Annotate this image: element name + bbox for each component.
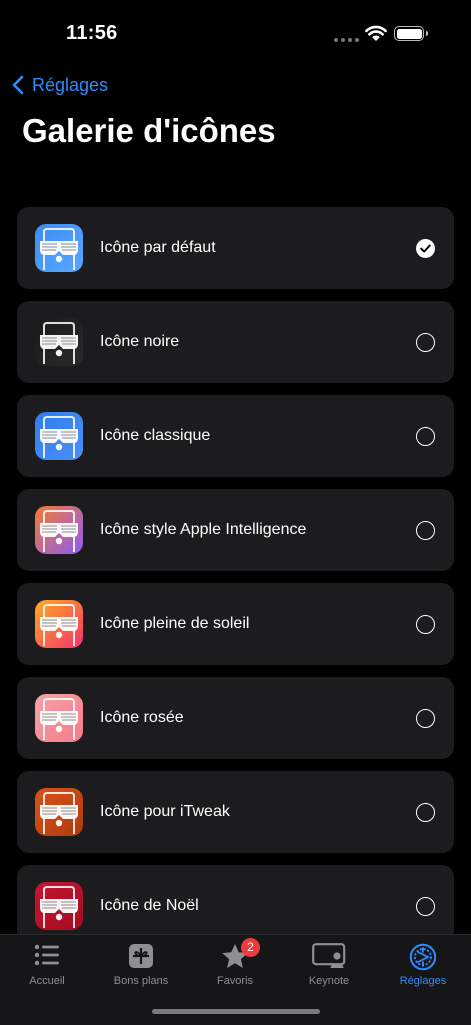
tab-reglages[interactable]: Réglages [376, 935, 470, 995]
chevron-left-icon [12, 75, 24, 95]
radio-button[interactable] [416, 708, 435, 728]
keynote-icon [312, 943, 346, 968]
battery-icon [394, 26, 428, 41]
tab-label: Bons plans [113, 975, 169, 987]
back-button[interactable]: Réglages [12, 70, 108, 100]
radio-button[interactable] [416, 614, 435, 634]
gift-icon [129, 944, 153, 968]
favorites-badge: 2 [241, 938, 260, 957]
page-title: Galerie d'icônes [22, 112, 276, 149]
shutter-glasses-icon [40, 228, 78, 270]
radio-button[interactable] [416, 426, 435, 446]
radio-button[interactable] [416, 802, 435, 822]
home-indicator [152, 1009, 320, 1014]
icon-list: Icône par défaut Icône noire Icône classiq… [17, 207, 454, 959]
radio-button[interactable] [416, 332, 435, 352]
app-icon-preview [35, 224, 83, 272]
icon-option-row[interactable]: Icône rosée [17, 677, 454, 759]
tab-label: Favoris [216, 975, 254, 987]
app-icon-preview [35, 412, 83, 460]
tab-keynote[interactable]: Keynote [282, 935, 376, 995]
icon-option-label: Icône classique [100, 427, 211, 444]
tab-label: Réglages [399, 975, 447, 987]
shutter-glasses-icon [40, 886, 78, 928]
tab-favoris[interactable]: 2 Favoris [188, 935, 282, 995]
shutter-glasses-icon [40, 510, 78, 552]
app-icon-preview [35, 882, 83, 930]
back-label: Réglages [32, 74, 109, 95]
radio-button[interactable] [416, 896, 435, 916]
app-icon-preview [35, 694, 83, 742]
status-time: 11:56 [66, 22, 118, 44]
icon-option-label: Icône par défaut [100, 239, 216, 256]
shutter-glasses-icon [40, 698, 78, 740]
tab-label: Keynote [308, 975, 350, 987]
checkmark-icon [420, 243, 431, 253]
list-icon [34, 944, 59, 966]
radio-button[interactable] [416, 520, 435, 540]
shutter-glasses-icon [40, 322, 78, 364]
icon-option-label: Icône style Apple Intelligence [100, 521, 307, 538]
icon-option-label: Icône rosée [100, 709, 184, 726]
icon-option-label: Icône pleine de soleil [100, 615, 250, 632]
tab-label: Accueil [29, 975, 65, 987]
icon-option-label: Icône de Noël [100, 897, 199, 914]
tab-accueil[interactable]: Accueil [0, 935, 94, 995]
icon-option-row[interactable]: Icône classique [17, 395, 454, 477]
icon-option-row[interactable]: Icône pour iTweak [17, 771, 454, 853]
gear-icon [409, 943, 437, 971]
app-icon-preview [35, 318, 83, 366]
tab-bons-plans[interactable]: Bons plans [94, 935, 188, 995]
shutter-glasses-icon [40, 416, 78, 458]
icon-option-label: Icône noire [100, 333, 180, 350]
app-icon-preview [35, 506, 83, 554]
icon-option-row[interactable]: Icône noire [17, 301, 454, 383]
shutter-glasses-icon [40, 604, 78, 646]
selected-checkmark-icon[interactable] [416, 238, 435, 258]
icon-option-label: Icône pour iTweak [100, 803, 230, 820]
cellular-signal-icon [334, 38, 359, 42]
icon-option-row[interactable]: Icône pleine de soleil [17, 583, 454, 665]
wifi-icon [365, 25, 387, 41]
app-icon-preview [35, 788, 83, 836]
status-bar: 11:56 [0, 0, 471, 70]
app-icon-preview [35, 600, 83, 648]
icon-option-row[interactable]: Icône par défaut [17, 207, 454, 289]
icon-option-row[interactable]: Icône style Apple Intelligence [17, 489, 454, 571]
shutter-glasses-icon [40, 792, 78, 834]
